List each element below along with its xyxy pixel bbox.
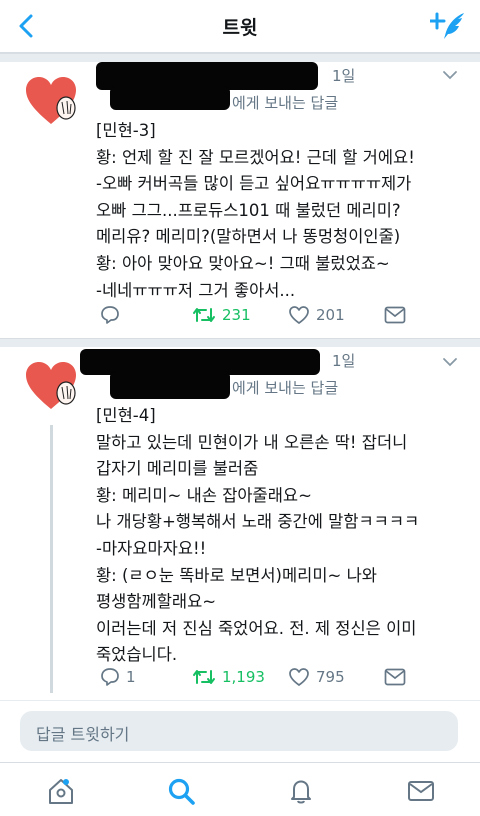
heart-icon [289, 306, 309, 324]
reply-to-label: 에게 보내는 답글 [232, 94, 339, 112]
tweet-line: -마자요마자요!! [96, 538, 207, 558]
heart-icon [289, 668, 309, 686]
reply-button[interactable] [100, 303, 126, 327]
tweet-line: -오빠 커버곡들 많이 듣고 싶어요ㅠㅠㅠㅠ제가 [96, 174, 412, 194]
tweet-line: 오빠 그그...프로듀스101 때 불렀던 메리미? [96, 200, 401, 220]
like-count: 201 [316, 306, 345, 324]
bottom-tab-bar [0, 762, 480, 816]
retweet-button[interactable]: 1,193 [192, 665, 265, 689]
redacted-handle [110, 86, 230, 110]
tweet-line: 말하고 있는데 민현이가 내 오른손 딱! 잡더니 [96, 432, 408, 452]
redacted-handle [110, 371, 230, 399]
tweet-timestamp: 1일 [332, 352, 356, 370]
avatar[interactable] [24, 359, 78, 413]
tweet-line: [민현-4] [96, 406, 156, 425]
tweet-line: 황: 아아 맞아요 맞아요~! 그때 불렀었죠~ [96, 253, 390, 273]
reply-to-label: 에게 보내는 답글 [232, 379, 339, 397]
tweet-card[interactable]: 1일 에게 보내는 답글 [민현-4] 말하고 있는데 민현이가 내 오른손 딱… [0, 347, 480, 700]
notifications-icon[interactable] [286, 776, 316, 806]
compose-tweet-icon[interactable] [430, 10, 468, 42]
reply-button[interactable]: 1 [100, 665, 136, 689]
retweet-count: 231 [222, 306, 251, 324]
reply-icon [101, 668, 119, 686]
retweet-count: 1,193 [222, 668, 265, 686]
avatar[interactable] [24, 74, 78, 128]
top-nav-bar: 트윗 [0, 0, 480, 53]
tweet-line: 이러는데 저 진심 죽었어요. 전. 제 정신은 이미 [96, 618, 417, 638]
chevron-down-icon[interactable] [442, 357, 458, 367]
envelope-icon [384, 668, 406, 686]
retweet-button[interactable]: 231 [192, 303, 251, 327]
tweet-line: 황: 언제 할 진 잘 모르겠어요! 근데 할 거에요! [96, 147, 415, 167]
tweet-line: [민현-3] [96, 121, 156, 140]
tweet-actions: 231 201 [96, 303, 466, 327]
retweet-icon [193, 670, 215, 684]
tweet-text: [민현-4] 말하고 있는데 민현이가 내 오른손 딱! 잡더니 갑자기 메리미… [96, 403, 466, 669]
tweet-actions: 1 1,193 795 [96, 665, 466, 689]
page-title: 트윗 [222, 17, 258, 39]
chevron-down-icon[interactable] [442, 70, 458, 80]
search-icon[interactable] [166, 776, 196, 806]
reply-composer-bar: 답글 트윗하기 [0, 700, 480, 763]
tweet-line: 평생함께할래요~ [96, 592, 217, 612]
tweet-line: 갑자기 메리미를 불러줌 [96, 459, 259, 479]
reply-input[interactable]: 답글 트윗하기 [20, 711, 458, 751]
tweet-line: 황: 메리미~ 내손 잡아줄래요~ [96, 485, 312, 505]
tweet-line: 나 개당황+행복해서 노래 중간에 말함ㅋㅋㅋㅋ [96, 512, 420, 532]
home-icon[interactable] [46, 776, 76, 806]
share-button[interactable] [384, 303, 406, 327]
retweet-icon [193, 308, 215, 322]
messages-icon[interactable] [406, 776, 436, 806]
envelope-icon [384, 306, 406, 324]
reply-count: 1 [126, 668, 136, 686]
tweet-card[interactable]: 1일 에게 보내는 답글 [민현-3] 황: 언제 할 진 잘 모르겠어요! 근… [0, 62, 480, 338]
like-count: 795 [316, 668, 345, 686]
like-button[interactable]: 795 [288, 665, 345, 689]
reply-icon [101, 306, 119, 324]
thread-line [50, 425, 53, 693]
like-button[interactable]: 201 [288, 303, 345, 327]
tweet-text: [민현-3] 황: 언제 할 진 잘 모르겠어요! 근데 할 거에요! -오빠 … [96, 118, 466, 304]
reply-placeholder: 답글 트윗하기 [36, 725, 130, 744]
tweet-timestamp: 1일 [332, 67, 356, 85]
tweet-line: 메리유? 메리미?(말하면서 나 똥멍청이인줄) [96, 227, 401, 247]
share-button[interactable] [384, 665, 406, 689]
tweet-line: -네네ㅠㅠㅠ저 그거 좋아서... [96, 280, 296, 300]
tweet-line: 황: (ㄹㅇ눈 똑바로 보면서)메리미~ 나와 [96, 565, 377, 585]
